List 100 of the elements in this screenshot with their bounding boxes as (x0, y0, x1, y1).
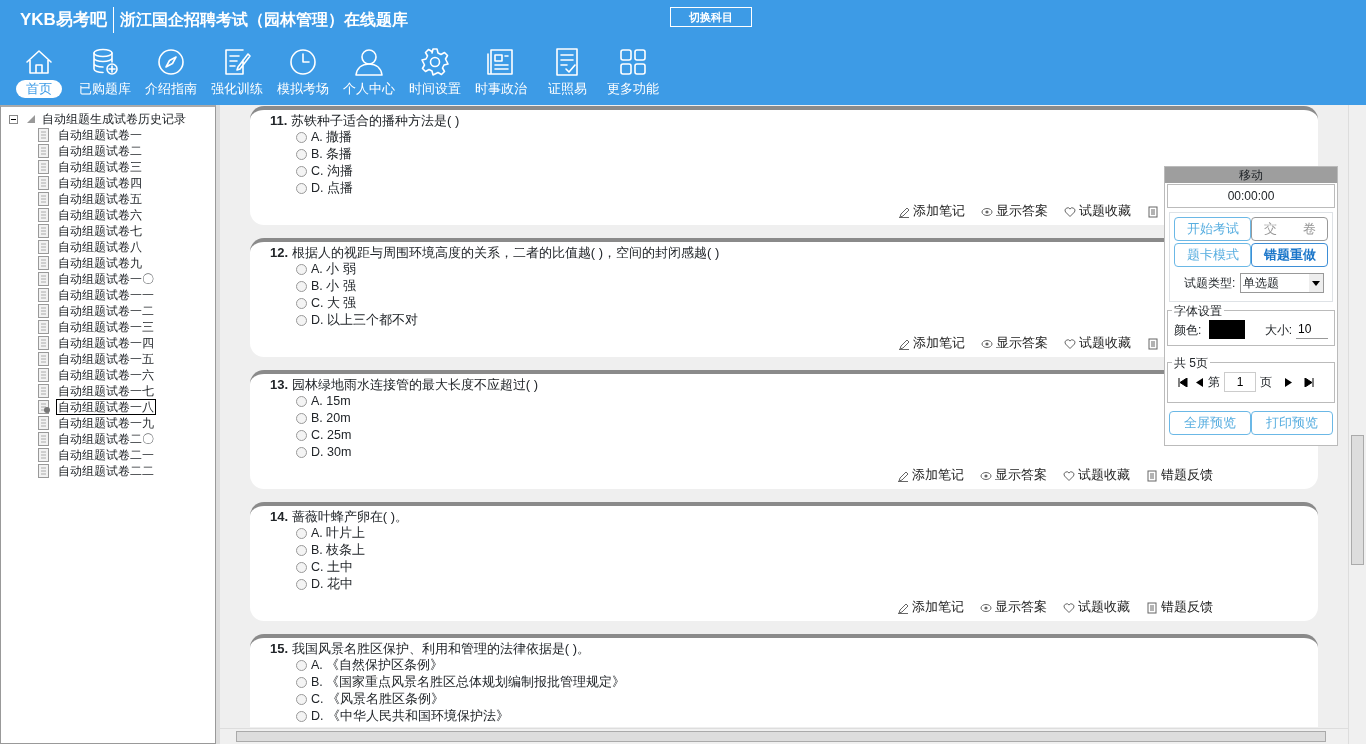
tree-item[interactable]: 自动组题试卷二一 (56, 447, 156, 463)
tree-item[interactable]: 自动组题试卷八 (56, 239, 144, 255)
option-label[interactable]: D. 点播 (311, 180, 353, 197)
tree-item[interactable]: 自动组题试卷二〇 (56, 431, 156, 447)
radio-button[interactable] (296, 396, 307, 407)
tree-item[interactable]: 自动组题试卷一九 (56, 415, 156, 431)
radio-button[interactable] (296, 264, 307, 275)
collapse-icon[interactable] (9, 114, 18, 124)
grid-icon[interactable] (617, 46, 649, 78)
radio-button[interactable] (296, 430, 307, 441)
person-icon[interactable] (353, 46, 385, 78)
gear-icon[interactable] (419, 46, 451, 78)
tree-item[interactable]: 自动组题试卷一三 (56, 319, 156, 335)
option-label[interactable]: A. 叶片上 (311, 525, 366, 542)
question-action-button[interactable]: 添加笔记 (898, 202, 965, 221)
tree-root-label[interactable]: 自动组题生成试卷历史记录 (42, 110, 186, 128)
radio-button[interactable] (296, 660, 307, 671)
document-icon (37, 287, 51, 303)
radio-button[interactable] (296, 132, 307, 143)
tree-item[interactable]: 自动组题试卷五 (56, 191, 144, 207)
radio-button[interactable] (296, 579, 307, 590)
option-label[interactable]: C. 25m (311, 427, 352, 444)
vertical-scrollbar[interactable] (1348, 105, 1366, 744)
radio-button[interactable] (296, 166, 307, 177)
tree-item[interactable]: 自动组题试卷一五 (56, 351, 156, 367)
document-icon (37, 143, 51, 159)
radio-button[interactable] (296, 677, 307, 688)
question-action-button[interactable]: 显示答案 (981, 202, 1048, 221)
option-label[interactable]: D. 30m (311, 444, 352, 461)
question-action-button[interactable]: 添加笔记 (898, 334, 965, 353)
next-page-icon[interactable] (1284, 377, 1292, 387)
option-label[interactable]: A. 《自然保护区条例》 (311, 657, 444, 674)
radio-button[interactable] (296, 413, 307, 424)
tree-item[interactable]: 自动组题试卷三 (56, 159, 144, 175)
question-action-button[interactable]: 添加笔记 (897, 598, 964, 617)
radio-button[interactable] (296, 149, 307, 160)
last-page-icon[interactable] (1304, 377, 1314, 387)
option-label[interactable]: A. 小 弱 (311, 261, 356, 278)
radio-button[interactable] (296, 562, 307, 573)
scrollbar-thumb[interactable] (236, 731, 1326, 742)
option-label[interactable]: B. 枝条上 (311, 542, 366, 559)
panel-title-bar[interactable]: 移动 (1165, 167, 1337, 183)
clock-icon[interactable] (287, 46, 319, 78)
option-label[interactable]: B. 20m (311, 410, 351, 427)
option-label[interactable]: C. 土中 (311, 559, 353, 576)
tree-item[interactable]: 自动组题试卷一七 (56, 383, 156, 399)
option-label[interactable]: D. 花中 (311, 576, 353, 593)
scrollbar-thumb[interactable] (1351, 435, 1364, 565)
tree-item[interactable]: 自动组题试卷一 (56, 127, 144, 143)
option-label[interactable]: B. 条播 (311, 146, 353, 163)
option-label[interactable]: C. 沟播 (311, 163, 353, 180)
radio-button[interactable] (296, 694, 307, 705)
question-action-button[interactable]: 显示答案 (980, 598, 1047, 617)
question-action-button[interactable]: 试题收藏 (1064, 202, 1131, 221)
option-label[interactable]: A. 撒播 (311, 129, 353, 146)
tree-item[interactable]: 自动组题试卷一四 (56, 335, 156, 351)
panel-button[interactable]: 错题重做 (1251, 243, 1328, 267)
question-action-button[interactable]: 显示答案 (980, 466, 1047, 485)
tree-item[interactable]: 自动组题试卷四 (56, 175, 144, 191)
question-action-button[interactable]: 试题收藏 (1063, 466, 1130, 485)
previous-page-icon[interactable] (1196, 377, 1204, 387)
option-label[interactable]: A. 15m (311, 393, 351, 410)
radio-button[interactable] (296, 447, 307, 458)
option-label[interactable]: C. 大 强 (311, 295, 357, 312)
tree-item[interactable]: 自动组题试卷二二 (56, 463, 156, 479)
option-label[interactable]: D. 《中华人民共和国环境保护法》 (311, 708, 509, 725)
color-swatch[interactable] (1209, 320, 1245, 339)
tree-item[interactable]: 自动组题试卷六 (56, 207, 144, 223)
first-page-icon[interactable] (1178, 377, 1188, 387)
question-action-button[interactable]: 显示答案 (981, 334, 1048, 353)
question-action-button[interactable]: 试题收藏 (1063, 598, 1130, 617)
radio-button[interactable] (296, 298, 307, 309)
pencil-icon (897, 601, 909, 614)
radio-button[interactable] (296, 183, 307, 194)
option-label[interactable]: D. 以上三个都不对 (311, 312, 418, 329)
radio-button[interactable] (296, 545, 307, 556)
horizontal-scrollbar[interactable] (220, 728, 1348, 744)
tree-item[interactable]: 自动组题试卷一〇 (56, 271, 156, 287)
tree-item[interactable]: 自动组题试卷七 (56, 223, 144, 239)
option-label[interactable]: B. 小 强 (311, 278, 356, 295)
tree-item[interactable]: 自动组题试卷二 (56, 143, 144, 159)
page-field[interactable]: 1 (1224, 372, 1256, 392)
tree-item[interactable]: 自动组题试卷一一 (56, 287, 156, 303)
question-action-button[interactable]: 错题反馈 (1146, 466, 1213, 485)
tree-item[interactable]: 自动组题试卷九 (56, 255, 144, 271)
radio-button[interactable] (296, 315, 307, 326)
radio-button[interactable] (296, 281, 307, 292)
radio-button[interactable] (296, 528, 307, 539)
question-action-button[interactable]: 试题收藏 (1064, 334, 1131, 353)
tree-item[interactable]: 自动组题试卷一二 (56, 303, 156, 319)
radio-button[interactable] (296, 711, 307, 722)
question-action-button[interactable]: 错题反馈 (1146, 598, 1213, 617)
option-label[interactable]: B. 《国家重点风景名胜区总体规划编制报批管理规定》 (311, 674, 626, 691)
tree-item[interactable]: 自动组题试卷一六 (56, 367, 156, 383)
option-label[interactable]: C. 《风景名胜区条例》 (311, 691, 444, 708)
compass-icon[interactable] (155, 46, 187, 78)
color-label: 颜色: (1174, 321, 1202, 339)
question-action-button[interactable]: 添加笔记 (897, 466, 964, 485)
tree-item[interactable]: 自动组题试卷一八 (56, 399, 156, 415)
type-select[interactable]: 单选题 (1240, 273, 1324, 293)
